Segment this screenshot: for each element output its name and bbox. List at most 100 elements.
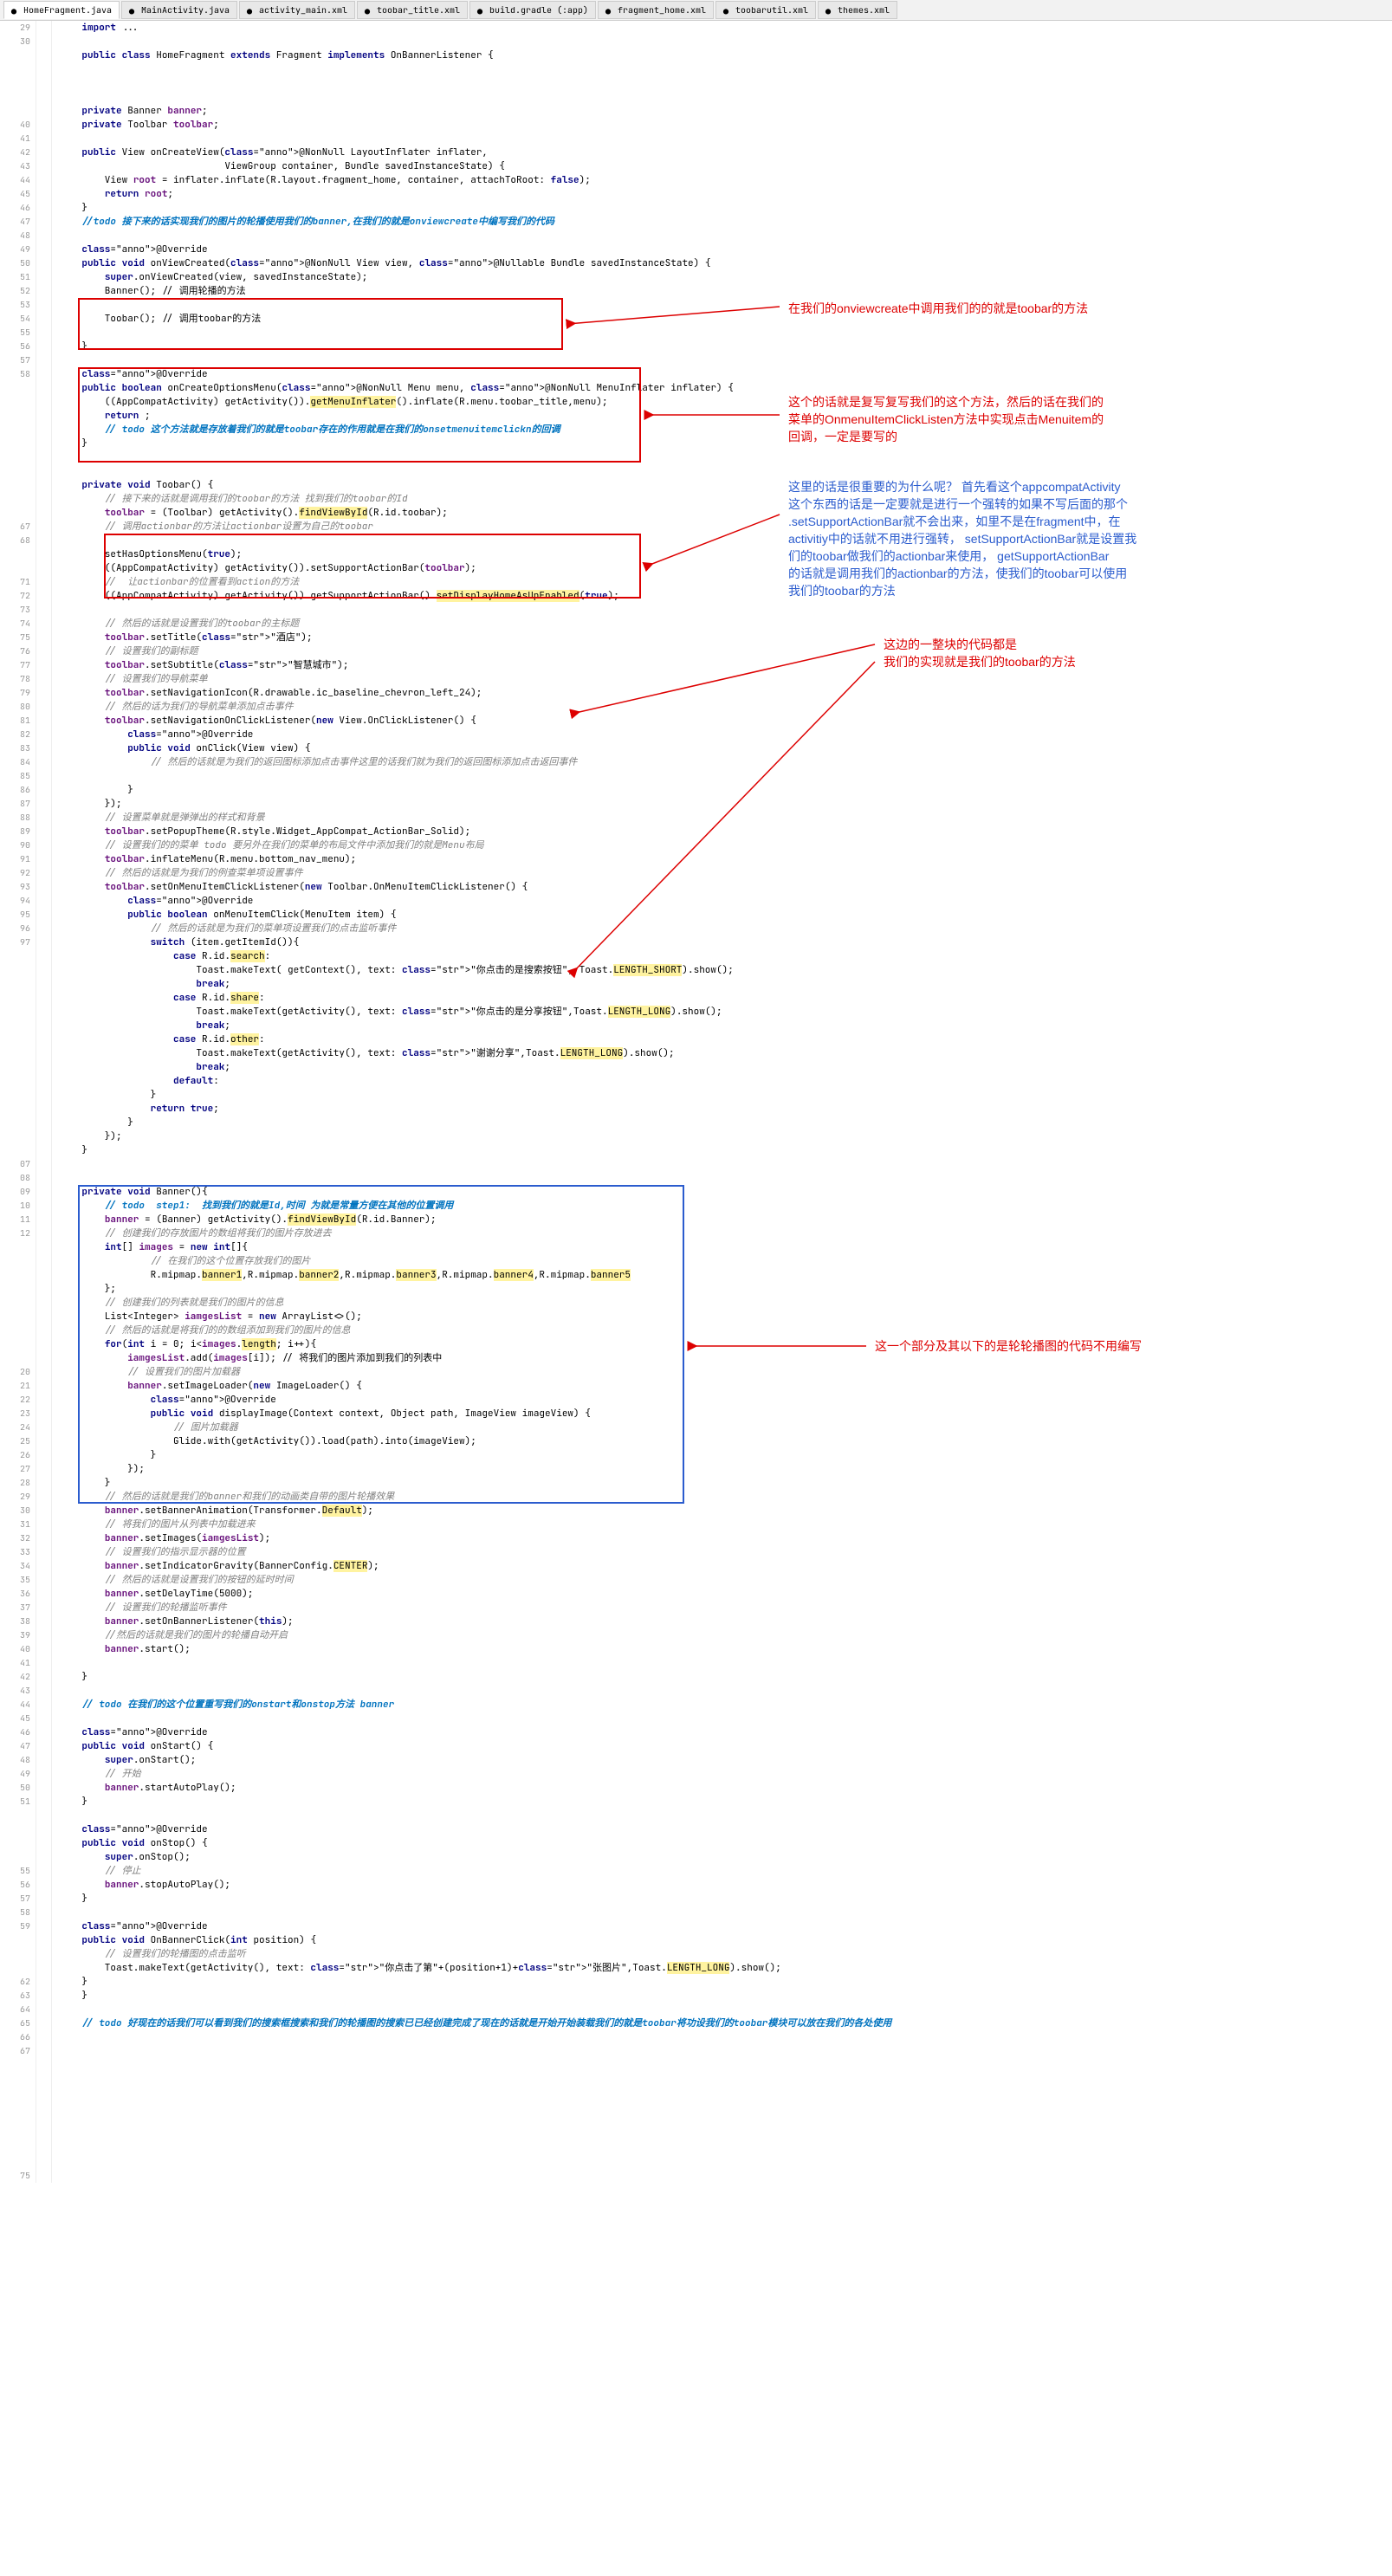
code-line[interactable] <box>59 1906 1392 1919</box>
code-line[interactable]: public void displayImage(Context context… <box>59 1407 1392 1421</box>
code-line[interactable]: // 设置我们的的菜单 todo 要另外在我们的菜单的布局文件中添加我们的就是M… <box>59 838 1392 852</box>
tab-themes[interactable]: ●themes.xml <box>818 1 897 19</box>
code-pane[interactable]: 在我们的onviewcreate中调用我们的的就是toobar的方法 这个的话就… <box>52 21 1392 2183</box>
code-line[interactable]: // 停止 <box>59 1864 1392 1878</box>
code-line[interactable]: // 接下来的话就是调用我们的toobar的方法 找到我们的toobar的Id <box>59 492 1392 506</box>
code-line[interactable]: } <box>59 783 1392 797</box>
code-line[interactable]: break; <box>59 1060 1392 1074</box>
code-line[interactable]: // 设置我们的导航菜单 <box>59 672 1392 686</box>
code-line[interactable] <box>59 90 1392 104</box>
tab-toobar-title[interactable]: ●toobar_title.xml <box>357 1 468 19</box>
code-line[interactable] <box>59 132 1392 146</box>
code-line[interactable]: public boolean onMenuItemClick(MenuItem … <box>59 908 1392 922</box>
code-line[interactable]: banner.setDelayTime(5000); <box>59 1587 1392 1601</box>
code-line[interactable]: break; <box>59 977 1392 991</box>
code-line[interactable] <box>59 534 1392 547</box>
code-line[interactable]: class="anno">@Override <box>59 1393 1392 1407</box>
code-line[interactable]: public void OnBannerClick(int position) … <box>59 1933 1392 1947</box>
code-line[interactable]: // 将我们的图片从列表中加载进来 <box>59 1518 1392 1531</box>
code-line[interactable] <box>59 2003 1392 2016</box>
code-line[interactable]: // todo 在我们的这个位置重写我们的onstart和onstop方法 ba… <box>59 1698 1392 1712</box>
code-line[interactable] <box>59 298 1392 312</box>
code-line[interactable]: class="anno">@Override <box>59 1725 1392 1739</box>
code-line[interactable]: private Banner banner; <box>59 104 1392 118</box>
tab-homefragment[interactable]: ●HomeFragment.java <box>3 1 120 19</box>
code-line[interactable]: case R.id.search: <box>59 949 1392 963</box>
code-line[interactable]: // 创建我们的列表就是我们的图片的信息 <box>59 1296 1392 1310</box>
code-line[interactable]: case R.id.other: <box>59 1032 1392 1046</box>
code-line[interactable] <box>59 326 1392 340</box>
code-line[interactable]: public void onStop() { <box>59 1836 1392 1850</box>
code-line[interactable]: super.onStart(); <box>59 1753 1392 1767</box>
code-line[interactable]: //然后的话就是我们的图片的轮播自动开启 <box>59 1628 1392 1642</box>
code-line[interactable]: super.onStop(); <box>59 1850 1392 1864</box>
code-line[interactable]: banner.start(); <box>59 1642 1392 1656</box>
code-line[interactable]: ViewGroup container, Bundle savedInstanc… <box>59 159 1392 173</box>
code-line[interactable]: banner.startAutoPlay(); <box>59 1781 1392 1795</box>
code-line[interactable]: } <box>59 1975 1392 1989</box>
code-line[interactable]: }; <box>59 1282 1392 1296</box>
code-line[interactable]: banner.setImageLoader(new ImageLoader() … <box>59 1379 1392 1393</box>
code-line[interactable]: Toast.makeText( getContext(), text: clas… <box>59 963 1392 977</box>
code-line[interactable] <box>59 1656 1392 1670</box>
code-line[interactable] <box>59 1712 1392 1725</box>
tab-build-gradle[interactable]: ●build.gradle (:app) <box>469 1 596 19</box>
code-line[interactable] <box>59 1171 1392 1185</box>
code-line[interactable]: public void onStart() { <box>59 1739 1392 1753</box>
code-line[interactable]: toolbar.setNavigationIcon(R.drawable.ic_… <box>59 686 1392 700</box>
code-line[interactable]: ((AppCompatActivity) getActivity()).setS… <box>59 561 1392 575</box>
code-line[interactable]: List<Integer> iamgesList = new ArrayList… <box>59 1310 1392 1324</box>
code-line[interactable]: for(int i = 0; i<images.length; i++){ <box>59 1337 1392 1351</box>
code-line[interactable]: super.onViewCreated(view, savedInstanceS… <box>59 270 1392 284</box>
code-line[interactable]: // 然后的话就是设置我们的toobar的主标题 <box>59 617 1392 631</box>
code-line[interactable]: // todo 这个方法就是存放着我们的就是toobar存在的作用就是在我们的o… <box>59 423 1392 437</box>
code-line[interactable]: // 然后的话就是设置我们的按钮的延时时间 <box>59 1573 1392 1587</box>
code-line[interactable]: } <box>59 1795 1392 1809</box>
code-line[interactable]: // 然后的话就是将我们的的数组添加到我们的图片的信息 <box>59 1324 1392 1337</box>
code-line[interactable]: Toobar(); // 调用toobar的方法 <box>59 312 1392 326</box>
code-line[interactable]: } <box>59 1143 1392 1157</box>
code-line[interactable]: toolbar.setPopupTheme(R.style.Widget_App… <box>59 825 1392 838</box>
code-line[interactable]: Banner(); // 调用轮播的方法 <box>59 284 1392 298</box>
code-line[interactable]: View root = inflater.inflate(R.layout.fr… <box>59 173 1392 187</box>
code-line[interactable]: // 设置我们的图片加载器 <box>59 1365 1392 1379</box>
code-line[interactable]: iamgesList.add(images[i]); // 将我们的图片添加到我… <box>59 1351 1392 1365</box>
code-line[interactable]: } <box>59 1448 1392 1462</box>
code-line[interactable]: banner.setIndicatorGravity(BannerConfig.… <box>59 1559 1392 1573</box>
code-line[interactable]: } <box>59 437 1392 450</box>
code-line[interactable] <box>59 450 1392 464</box>
code-line[interactable]: toolbar.setOnMenuItemClickListener(new T… <box>59 880 1392 894</box>
code-line[interactable]: private void Toobar() { <box>59 478 1392 492</box>
code-line[interactable]: // 然后的话就是我们的banner和我们的动画类自带的图片轮播效果 <box>59 1490 1392 1504</box>
code-line[interactable]: import ... <box>59 21 1392 35</box>
code-line[interactable]: } <box>59 1088 1392 1102</box>
tab-toobarutil[interactable]: ●toobarutil.xml <box>715 1 816 19</box>
code-line[interactable]: toolbar.setSubtitle(class="str">"智慧城市"); <box>59 658 1392 672</box>
code-line[interactable]: // 设置我们的轮播图的点击监听 <box>59 1947 1392 1961</box>
tab-mainactivity[interactable]: ●MainActivity.java <box>121 1 237 19</box>
code-line[interactable]: return root; <box>59 187 1392 201</box>
code-line[interactable]: } <box>59 1989 1392 2003</box>
code-line[interactable]: class="anno">@Override <box>59 1919 1392 1933</box>
code-line[interactable]: public class HomeFragment extends Fragme… <box>59 49 1392 62</box>
code-line[interactable]: toolbar.setTitle(class="str">"酒店"); <box>59 631 1392 644</box>
code-line[interactable] <box>59 769 1392 783</box>
code-line[interactable]: Glide.with(getActivity()).load(path).int… <box>59 1434 1392 1448</box>
code-line[interactable]: // 让actionbar的位置看到action的方法 <box>59 575 1392 589</box>
code-line[interactable]: // todo step1: 找到我们的就是Id,时间 为就是常量方便在其他的位… <box>59 1199 1392 1213</box>
code-line[interactable]: banner.stopAutoPlay(); <box>59 1878 1392 1892</box>
code-line[interactable]: // 设置我们的指示显示器的位置 <box>59 1545 1392 1559</box>
code-line[interactable]: return true; <box>59 1102 1392 1116</box>
code-line[interactable] <box>59 1684 1392 1698</box>
code-line[interactable]: public boolean onCreateOptionsMenu(class… <box>59 381 1392 395</box>
tab-activity-main[interactable]: ●activity_main.xml <box>239 1 355 19</box>
code-line[interactable]: } <box>59 1476 1392 1490</box>
tab-fragment-home[interactable]: ●fragment_home.xml <box>598 1 714 19</box>
code-line[interactable]: // 然后的话就是为我们的返回图标添加点击事件这里的话我们就为我们的返回图标添加… <box>59 755 1392 769</box>
code-line[interactable]: public View onCreateView(class="anno">@N… <box>59 146 1392 159</box>
code-line[interactable]: class="anno">@Override <box>59 1822 1392 1836</box>
code-line[interactable] <box>59 1157 1392 1171</box>
code-line[interactable]: // 图片加载器 <box>59 1421 1392 1434</box>
code-line[interactable] <box>59 1809 1392 1822</box>
code-line[interactable]: class="anno">@Override <box>59 894 1392 908</box>
